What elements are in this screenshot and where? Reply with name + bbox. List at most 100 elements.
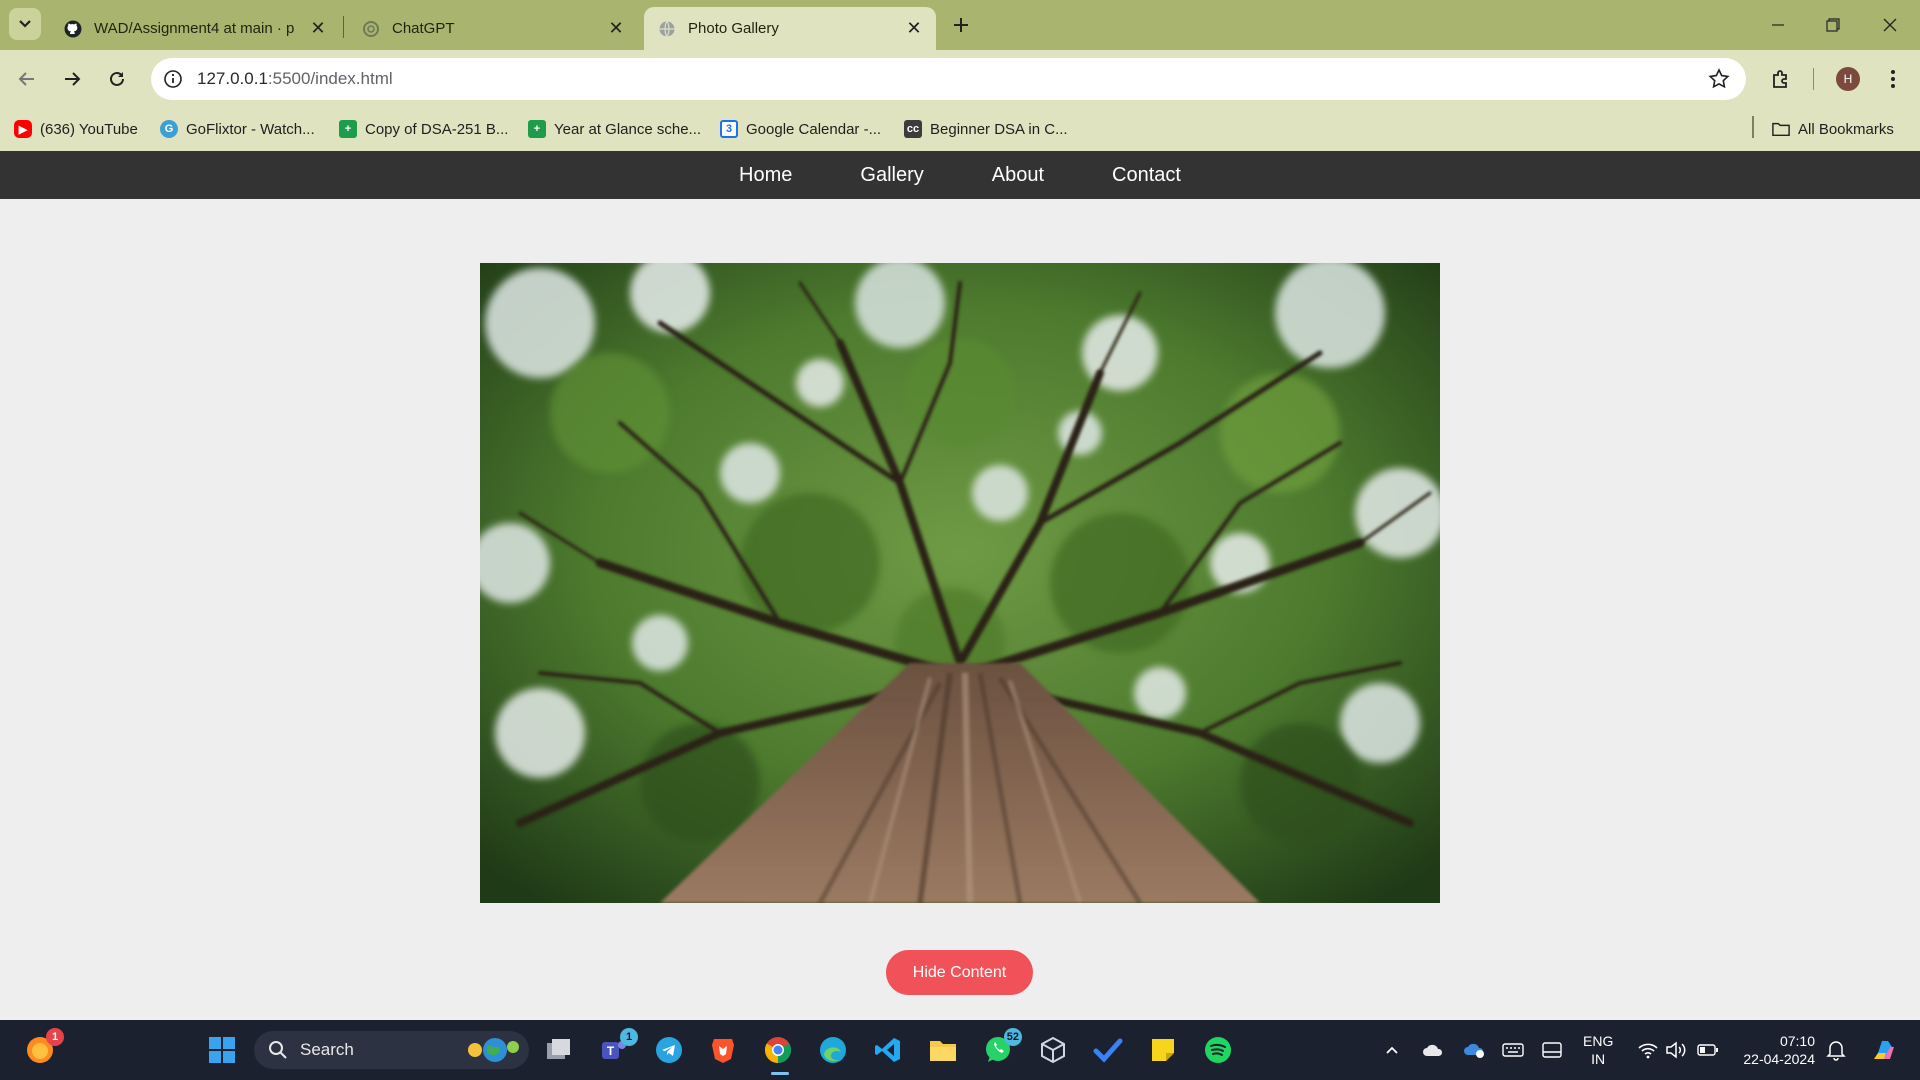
telegram-icon — [656, 1037, 682, 1063]
close-icon[interactable]: ✕ — [608, 18, 624, 38]
file-explorer-app[interactable] — [925, 1032, 961, 1068]
firefox-app[interactable]: 1 — [22, 1028, 64, 1068]
bookmark-goflixtor[interactable]: G GoFlixtor - Watch... — [160, 116, 315, 142]
system-clock[interactable]: 07:10 22-04-2024 — [1735, 1032, 1815, 1068]
todo-app[interactable] — [1090, 1032, 1126, 1068]
restore-icon — [1826, 18, 1840, 32]
display-icon — [1542, 1042, 1562, 1058]
onedrive-sync-tray[interactable] — [1463, 1039, 1485, 1061]
folder-icon — [930, 1041, 956, 1061]
search-icon — [269, 1041, 287, 1059]
chrome-app[interactable] — [760, 1032, 796, 1068]
goflixtor-icon: G — [160, 120, 178, 138]
brave-app[interactable] — [705, 1032, 741, 1068]
language-code: ENG — [1583, 1033, 1614, 1049]
url-text: 127.0.0.1:5500/index.html — [197, 69, 393, 88]
hide-content-button[interactable]: Hide Content — [886, 950, 1033, 995]
nav-link-home[interactable]: Home — [739, 164, 792, 187]
onedrive-tray[interactable] — [1422, 1039, 1444, 1061]
toolbar-divider — [1813, 68, 1814, 90]
windows-taskbar: 1 Search T 1 52 ENG IN 07:10 22-04-2024 — [0, 1020, 1920, 1080]
bookmark-year-glance[interactable]: + Year at Glance sche... — [528, 116, 701, 142]
back-button[interactable] — [11, 63, 43, 95]
tab-title: Photo Gallery — [688, 20, 779, 37]
telegram-app[interactable] — [651, 1032, 687, 1068]
chevron-down-icon — [19, 20, 31, 28]
cloud-icon — [1423, 1044, 1443, 1056]
bookmark-beginner-dsa[interactable]: cc Beginner DSA in C... — [904, 116, 1068, 142]
volume-tray[interactable] — [1665, 1039, 1687, 1061]
clock-date: 22-04-2024 — [1743, 1051, 1815, 1067]
tab-chatgpt[interactable]: ChatGPT ✕ — [348, 7, 638, 50]
all-bookmarks-button[interactable]: All Bookmarks — [1772, 116, 1894, 142]
close-window-button[interactable] — [1875, 10, 1905, 40]
language-indicator[interactable]: ENG IN — [1583, 1032, 1613, 1068]
tab-search-button[interactable] — [9, 8, 41, 40]
kebab-menu-icon — [1891, 70, 1895, 88]
bookmark-google-calendar[interactable]: 3 Google Calendar -... — [720, 116, 881, 142]
copilot-tray[interactable] — [1869, 1039, 1899, 1061]
arrow-left-icon — [18, 72, 34, 86]
bookmark-label: Year at Glance sche... — [554, 120, 702, 138]
forward-button[interactable] — [56, 63, 88, 95]
task-view-app[interactable] — [541, 1032, 577, 1068]
battery-tray[interactable] — [1697, 1039, 1719, 1061]
folder-icon — [1772, 120, 1790, 138]
notifications-tray[interactable] — [1825, 1039, 1847, 1061]
cc-icon: cc — [904, 120, 922, 138]
bookmark-label: (636) YouTube — [40, 120, 138, 138]
taskbar-search[interactable]: Search — [254, 1031, 529, 1069]
bookmark-label: All Bookmarks — [1798, 120, 1894, 138]
whatsapp-app[interactable]: 52 — [980, 1028, 1022, 1068]
nav-link-about[interactable]: About — [992, 164, 1044, 187]
teams-app[interactable]: T 1 — [596, 1028, 638, 1068]
close-icon[interactable]: ✕ — [906, 18, 922, 38]
windows-icon — [209, 1037, 235, 1063]
gallery-image — [480, 263, 1440, 903]
battery-icon — [1697, 1044, 1718, 1056]
profile-avatar[interactable]: H — [1836, 67, 1860, 91]
start-button[interactable] — [204, 1032, 240, 1068]
reload-button[interactable] — [101, 63, 133, 95]
vscode-icon — [875, 1038, 900, 1062]
site-info-icon[interactable] — [161, 67, 185, 91]
brave-icon — [712, 1039, 734, 1063]
nav-link-gallery[interactable]: Gallery — [860, 164, 923, 187]
spotify-app[interactable] — [1200, 1032, 1236, 1068]
close-icon[interactable]: ✕ — [310, 18, 326, 38]
tablet-mode-tray[interactable] — [1541, 1039, 1563, 1061]
notification-badge: 1 — [620, 1028, 638, 1046]
site-navbar: Home Gallery About Contact — [0, 151, 1920, 199]
spotify-icon — [1205, 1037, 1231, 1063]
tab-title: WAD/Assignment4 at main · p — [94, 20, 295, 37]
show-hidden-icons-button[interactable] — [1381, 1039, 1403, 1061]
keyboard-tray[interactable] — [1502, 1039, 1524, 1061]
new-tab-button[interactable] — [948, 12, 974, 38]
menu-button[interactable] — [1879, 65, 1907, 93]
extensions-button[interactable] — [1767, 65, 1795, 93]
notification-badge: 1 — [46, 1028, 64, 1046]
nav-link-contact[interactable]: Contact — [1112, 164, 1181, 187]
earth-day-icon — [468, 1038, 519, 1062]
edge-app[interactable] — [815, 1032, 851, 1068]
svg-text:T: T — [607, 1044, 615, 1058]
vscode-app[interactable] — [870, 1032, 906, 1068]
browser-toolbar: 127.0.0.1:5500/index.html H — [0, 50, 1920, 108]
chatgpt-icon — [362, 20, 380, 38]
virtualbox-app[interactable] — [1035, 1032, 1071, 1068]
wifi-tray[interactable] — [1637, 1039, 1659, 1061]
cloud-sync-icon — [1464, 1043, 1484, 1058]
tab-github[interactable]: WAD/Assignment4 at main · p ✕ — [50, 7, 340, 50]
checkmark-icon — [1093, 1038, 1123, 1063]
tab-photo-gallery[interactable]: Photo Gallery ✕ — [644, 7, 936, 50]
address-bar[interactable]: 127.0.0.1:5500/index.html — [151, 58, 1746, 100]
bookmark-star-icon[interactable] — [1708, 68, 1730, 90]
bookmark-dsa-sheet[interactable]: + Copy of DSA-251 B... — [339, 116, 508, 142]
sticky-notes-app[interactable] — [1145, 1032, 1181, 1068]
minimize-button[interactable] — [1763, 10, 1793, 40]
bookmarks-bar: ▶ (636) YouTube G GoFlixtor - Watch... +… — [0, 108, 1920, 151]
bookmark-youtube[interactable]: ▶ (636) YouTube — [14, 116, 138, 142]
restore-button[interactable] — [1818, 10, 1848, 40]
speaker-icon — [1666, 1041, 1686, 1059]
plus-icon — [954, 18, 968, 32]
